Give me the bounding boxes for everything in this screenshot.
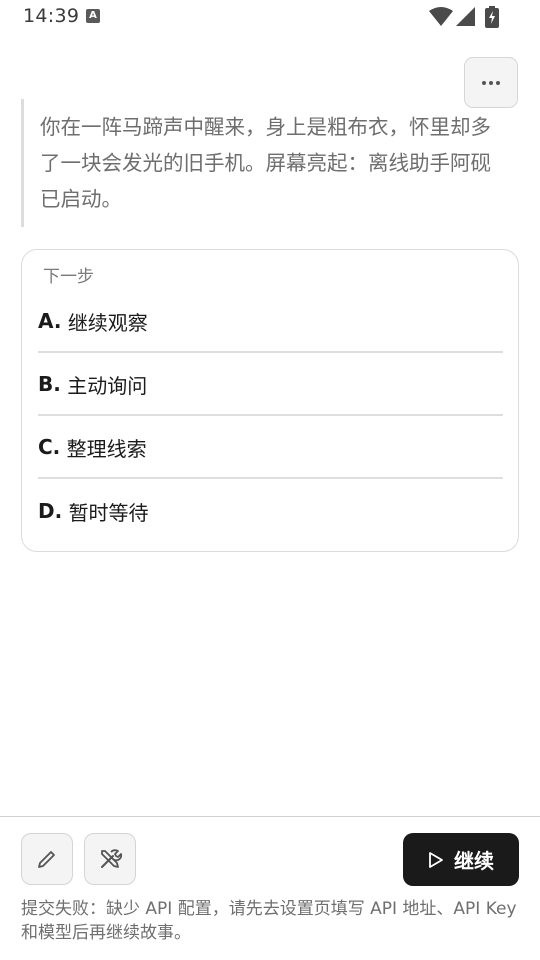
choices-card: 下一步 A. 继续观察 B. 主动询问 C. 整理线索 D. 暂时等待 [21, 249, 519, 552]
choices-title: 下一步 [43, 267, 94, 287]
choice-a[interactable]: A. 继续观察 [38, 291, 503, 353]
choice-text: 暂时等待 [68, 500, 149, 525]
choice-c[interactable]: C. 整理线索 [38, 417, 503, 479]
edit-button[interactable] [21, 833, 73, 885]
choice-b[interactable]: B. 主动询问 [38, 354, 503, 416]
wifi-icon [429, 7, 453, 26]
more-icon [482, 80, 500, 85]
continue-label: 继续 [454, 849, 494, 873]
choice-label: A. [38, 309, 62, 333]
story-text: 你在一阵马蹄声中醒来，身上是粗布衣，怀里却多了一块会发光的旧手机。屏幕亮起：离线… [40, 115, 491, 211]
choice-d[interactable]: D. 暂时等待 [38, 480, 503, 542]
battery-charging-icon [485, 6, 499, 28]
choice-label: C. [38, 435, 61, 459]
play-icon [429, 851, 443, 868]
choice-label: D. [38, 499, 63, 523]
error-message: 提交失败：缺少 API 配置，请先去设置页填写 API 地址、API Key 和… [21, 899, 517, 943]
tools-button[interactable] [84, 833, 136, 885]
notification-icon: A [86, 9, 100, 23]
pencil-icon [38, 851, 55, 868]
choice-text: 主动询问 [67, 373, 148, 398]
tools-icon [101, 849, 123, 868]
continue-button[interactable]: 继续 [403, 833, 519, 886]
story-block: 你在一阵马蹄声中醒来，身上是粗布衣，怀里却多了一块会发光的旧手机。屏幕亮起：离线… [21, 99, 511, 227]
choice-text: 整理线索 [66, 436, 147, 461]
app-screen: 14:39 A 你在一阵马蹄声中醒来，身上是粗布衣，怀里却多了一块会发光的旧手机… [0, 0, 540, 960]
choice-label: B. [38, 372, 61, 396]
choice-text: 继续观察 [67, 310, 148, 335]
signal-icon [456, 7, 475, 26]
status-time: 14:39 [23, 5, 80, 27]
status-bar: 14:39 A [0, 0, 540, 34]
bottom-divider [0, 816, 540, 817]
